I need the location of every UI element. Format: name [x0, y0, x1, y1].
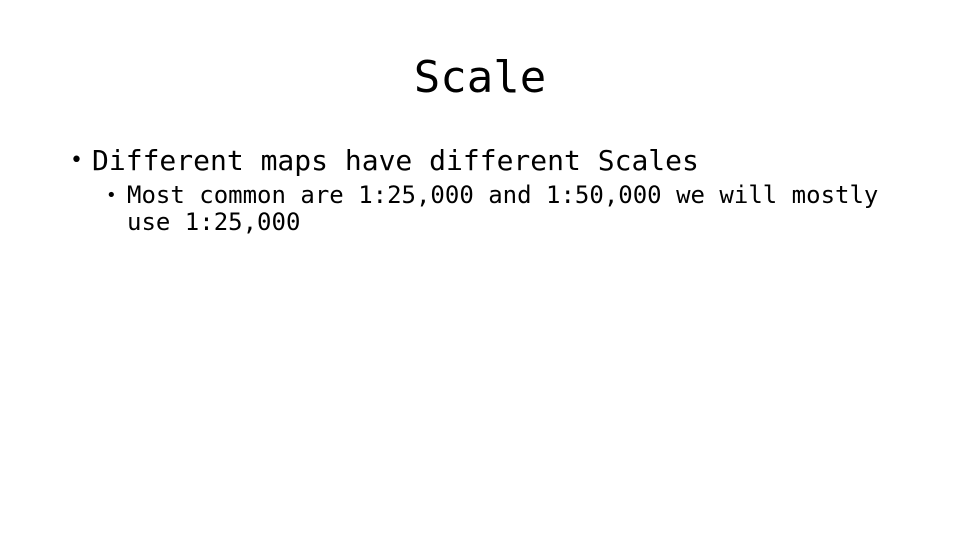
- bullet-dot-icon: •: [70, 148, 83, 173]
- bullet-item-level-1: • Different maps have different Scales: [0, 144, 960, 177]
- slide-body: • Different maps have different Scales •…: [0, 144, 960, 236]
- bullet-item-level-2-label: Most common are 1:25,000 and 1:50,000 we…: [127, 181, 879, 236]
- page-title: Scale: [413, 52, 547, 103]
- bullet-item-level-1-label: Different maps have different Scales: [92, 144, 699, 177]
- presentation-slide: Scale • Different maps have different Sc…: [0, 0, 960, 540]
- sub-bullet-dot-icon: •: [106, 185, 117, 206]
- bullet-item-level-2: • Most common are 1:25,000 and 1:50,000 …: [0, 182, 960, 236]
